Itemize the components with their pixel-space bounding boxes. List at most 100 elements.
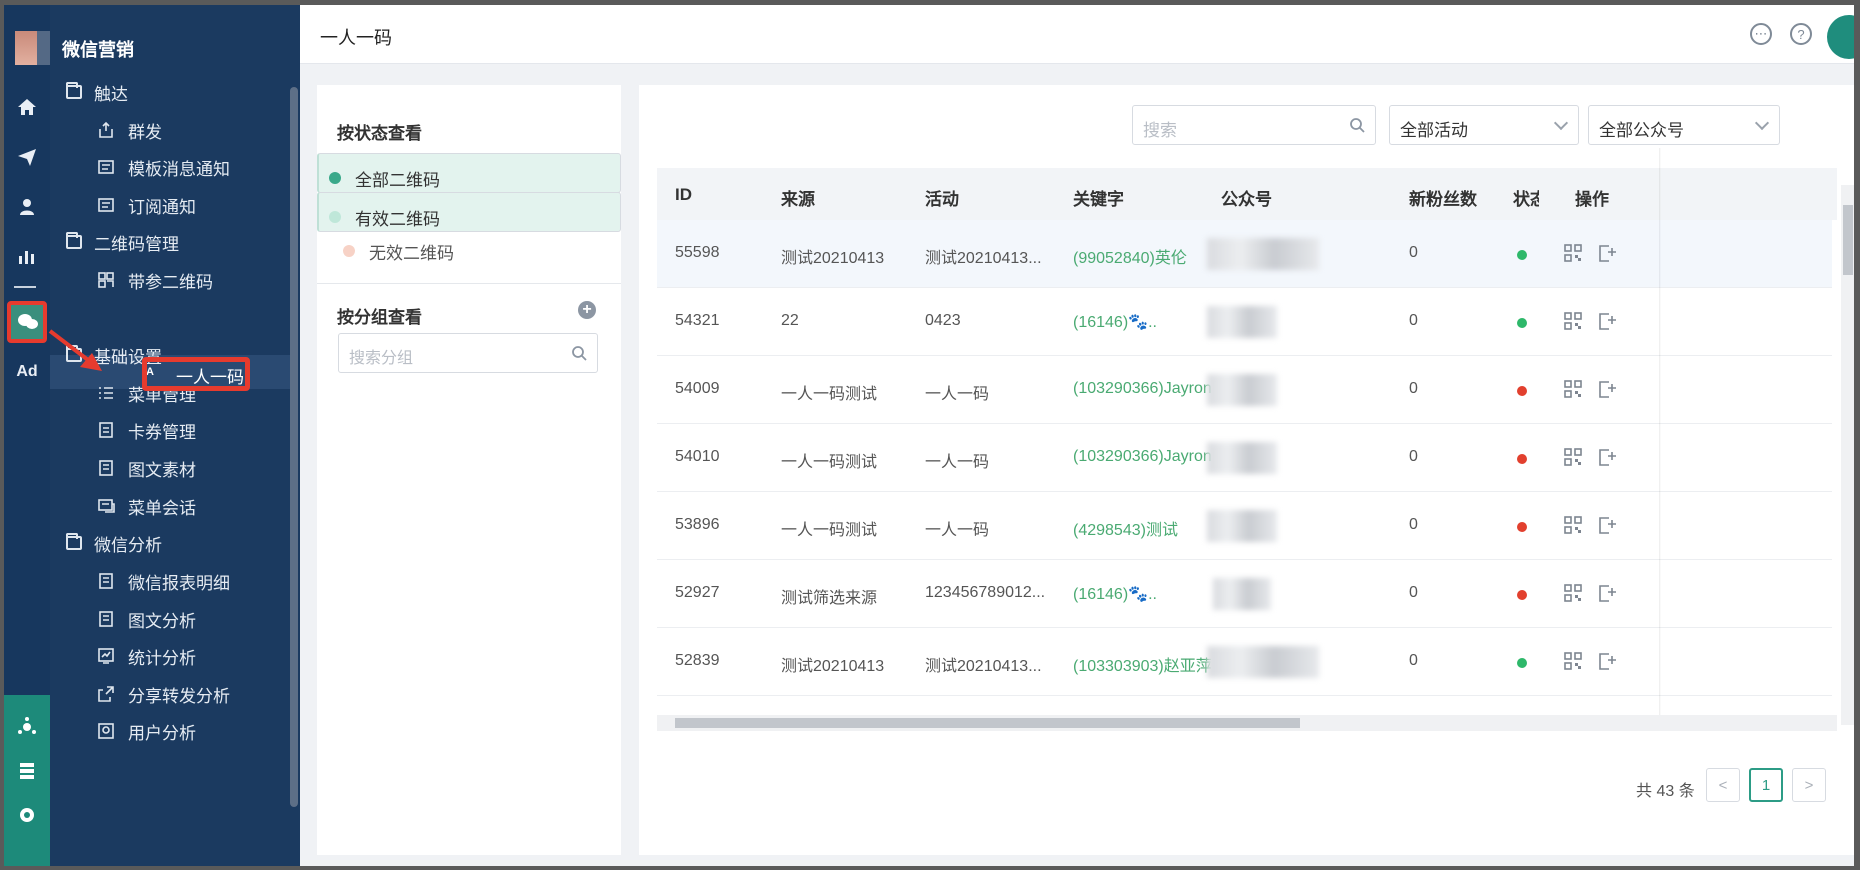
menu-item-label: 群发 — [128, 122, 162, 142]
menu-item-user-analytics[interactable]: 用户分析 — [96, 716, 196, 746]
avatar[interactable] — [1827, 15, 1854, 59]
settings-icon[interactable] — [4, 795, 50, 835]
column-header-keyword[interactable]: 关键字 — [1073, 185, 1124, 210]
chat-icon[interactable]: ⋯ — [1750, 23, 1772, 45]
user-analytics-icon — [96, 722, 116, 740]
group-heading: 按分组查看 — [337, 308, 422, 327]
user-icon[interactable] — [4, 187, 50, 227]
horizontal-scrollbar[interactable] — [657, 715, 1837, 731]
stats-icon — [96, 647, 116, 665]
group-search-input[interactable]: 搜索分组 — [338, 333, 598, 373]
add-group-icon[interactable]: + — [578, 301, 596, 319]
edit-add-icon[interactable] — [1597, 583, 1617, 603]
column-header-actions: 操作 — [1575, 190, 1609, 209]
folder-icon — [66, 82, 82, 99]
table-row[interactable]: 53896 一人一码测试 一人一码 (4298543)测试 0 — [657, 492, 1832, 560]
account-select[interactable]: 全部公众号 — [1588, 105, 1780, 145]
status-option-valid[interactable]: 有效二维码 — [317, 192, 621, 232]
table-row[interactable]: 55598 测试20210413 测试20210413... (99052840)英伦… — [657, 220, 1832, 288]
edit-add-icon[interactable] — [1597, 447, 1617, 467]
scrollbar-thumb[interactable] — [675, 718, 1300, 728]
next-page-button[interactable]: > — [1792, 768, 1826, 802]
menu-item-share-analytics[interactable]: 分享转发分析 — [96, 679, 230, 709]
menu-item-broadcast[interactable]: 群发 — [96, 115, 162, 145]
cell-account-redacted — [1207, 646, 1319, 678]
column-header-status[interactable]: 状态 — [1513, 185, 1539, 210]
menu-item-coupons[interactable]: 卡券管理 — [96, 415, 196, 445]
page-button-current[interactable]: 1 — [1749, 768, 1783, 802]
send-icon[interactable] — [4, 137, 50, 177]
message-icon — [96, 196, 116, 214]
column-header-activity[interactable]: 活动 — [925, 185, 959, 210]
menu-item-menu-session[interactable]: 菜单会话 — [96, 491, 196, 521]
table-row[interactable]: 54010 一人一码测试 一人一码 (103290366)Jayron 0 — [657, 424, 1832, 492]
qrcode-icon[interactable] — [1563, 447, 1583, 467]
status-option-all[interactable]: 全部二维码 — [317, 153, 621, 193]
activity-select[interactable]: 全部活动 — [1389, 105, 1579, 145]
wechat-icon[interactable] — [7, 301, 47, 343]
table-row[interactable]: 54009 一人一码测试 一人一码 (103290366)Jayron 0 — [657, 356, 1832, 424]
cell-source: 测试筛选来源 — [781, 590, 878, 607]
cell-new-fans: 0 — [1409, 244, 1418, 261]
scrollbar-thumb[interactable] — [1843, 205, 1853, 275]
cell-account-redacted — [1207, 442, 1277, 474]
edit-add-icon[interactable] — [1597, 379, 1617, 399]
cell-source: 一人一码测试 — [781, 386, 878, 403]
status-dot — [329, 211, 341, 223]
qrcode-icon[interactable] — [1563, 311, 1583, 331]
qrcode-icon[interactable] — [1563, 583, 1583, 603]
qrcode-icon[interactable] — [1563, 515, 1583, 535]
menu-item-statistics[interactable]: 统计分析 — [96, 641, 196, 671]
report-icon — [96, 572, 116, 590]
message-icon — [96, 158, 116, 176]
cell-account-redacted — [1207, 306, 1277, 338]
table-row[interactable]: 52839 测试20210413 测试20210413... (103303903)赵… — [657, 628, 1832, 696]
table-row[interactable]: 54321 22 0423 (16146)🐾.. 0 — [657, 288, 1832, 356]
prev-page-button[interactable]: < — [1706, 768, 1740, 802]
menu-item-template-message[interactable]: 模板消息通知 — [96, 152, 230, 182]
menu-item-report-detail[interactable]: 微信报表明细 — [96, 566, 230, 596]
edit-add-icon[interactable] — [1597, 311, 1617, 331]
menu-item-label: 卡券管理 — [128, 422, 196, 442]
edit-add-icon[interactable] — [1597, 651, 1617, 671]
account-select-value: 全部公众号 — [1599, 121, 1684, 140]
menu-item-param-qrcode[interactable]: 带参二维码 — [96, 265, 213, 295]
edit-add-icon[interactable] — [1597, 243, 1617, 263]
server-icon[interactable] — [4, 751, 50, 791]
column-header-id[interactable]: ID — [675, 185, 692, 205]
menu-group-qrcode[interactable]: 二维码管理 — [66, 227, 179, 257]
column-header-source[interactable]: 来源 — [781, 185, 815, 210]
home-icon[interactable] — [4, 87, 50, 127]
menu-item-subscribe[interactable]: 订阅通知 — [96, 190, 196, 220]
qrcode-icon[interactable] — [1563, 243, 1583, 263]
menu-item-label: 图文分析 — [128, 611, 196, 631]
menu-group-touch[interactable]: 触达 — [66, 77, 128, 107]
search-input[interactable]: 搜索 — [1132, 105, 1376, 145]
filter-panel: 按状态查看 全部二维码 有效二维码 无效二维码 按分组查看 + 搜索分组 — [317, 85, 621, 855]
chart-icon[interactable] — [4, 236, 50, 276]
table-row[interactable]: 52927 测试筛选来源 123456789012... (16146)🐾.. 0 — [657, 560, 1832, 628]
help-icon[interactable]: ? — [1790, 23, 1812, 45]
cell-activity: 123456789012... — [925, 584, 1046, 601]
highlight-box — [142, 357, 250, 391]
menu-group-wechat-analytics[interactable]: 微信分析 — [66, 528, 162, 558]
broadcast-icon — [96, 121, 116, 139]
vertical-scrollbar[interactable] — [1841, 185, 1854, 725]
column-header-account[interactable]: 公众号 — [1221, 185, 1272, 210]
menu-item-media[interactable]: 图文素材 — [96, 453, 196, 483]
menu-item-article-analytics[interactable]: 图文分析 — [96, 604, 196, 634]
group-search-placeholder: 搜索分组 — [349, 350, 414, 367]
qrcode-icon — [96, 271, 116, 289]
annotation-arrow-icon — [48, 329, 102, 371]
report-icon — [96, 610, 116, 628]
column-header-new-fans[interactable]: 新粉丝数 — [1409, 185, 1477, 210]
sidebar-scrollbar[interactable] — [290, 87, 298, 807]
qrcode-icon[interactable] — [1563, 651, 1583, 671]
ad-icon[interactable]: Ad — [4, 363, 50, 381]
cell-activity: 0423 — [925, 312, 961, 329]
network-icon[interactable] — [4, 707, 50, 747]
qrcode-icon[interactable] — [1563, 379, 1583, 399]
cell-keyword: (103290366)Jayron — [1073, 380, 1212, 397]
edit-add-icon[interactable] — [1597, 515, 1617, 535]
status-option-invalid[interactable]: 无效二维码 — [317, 231, 621, 271]
